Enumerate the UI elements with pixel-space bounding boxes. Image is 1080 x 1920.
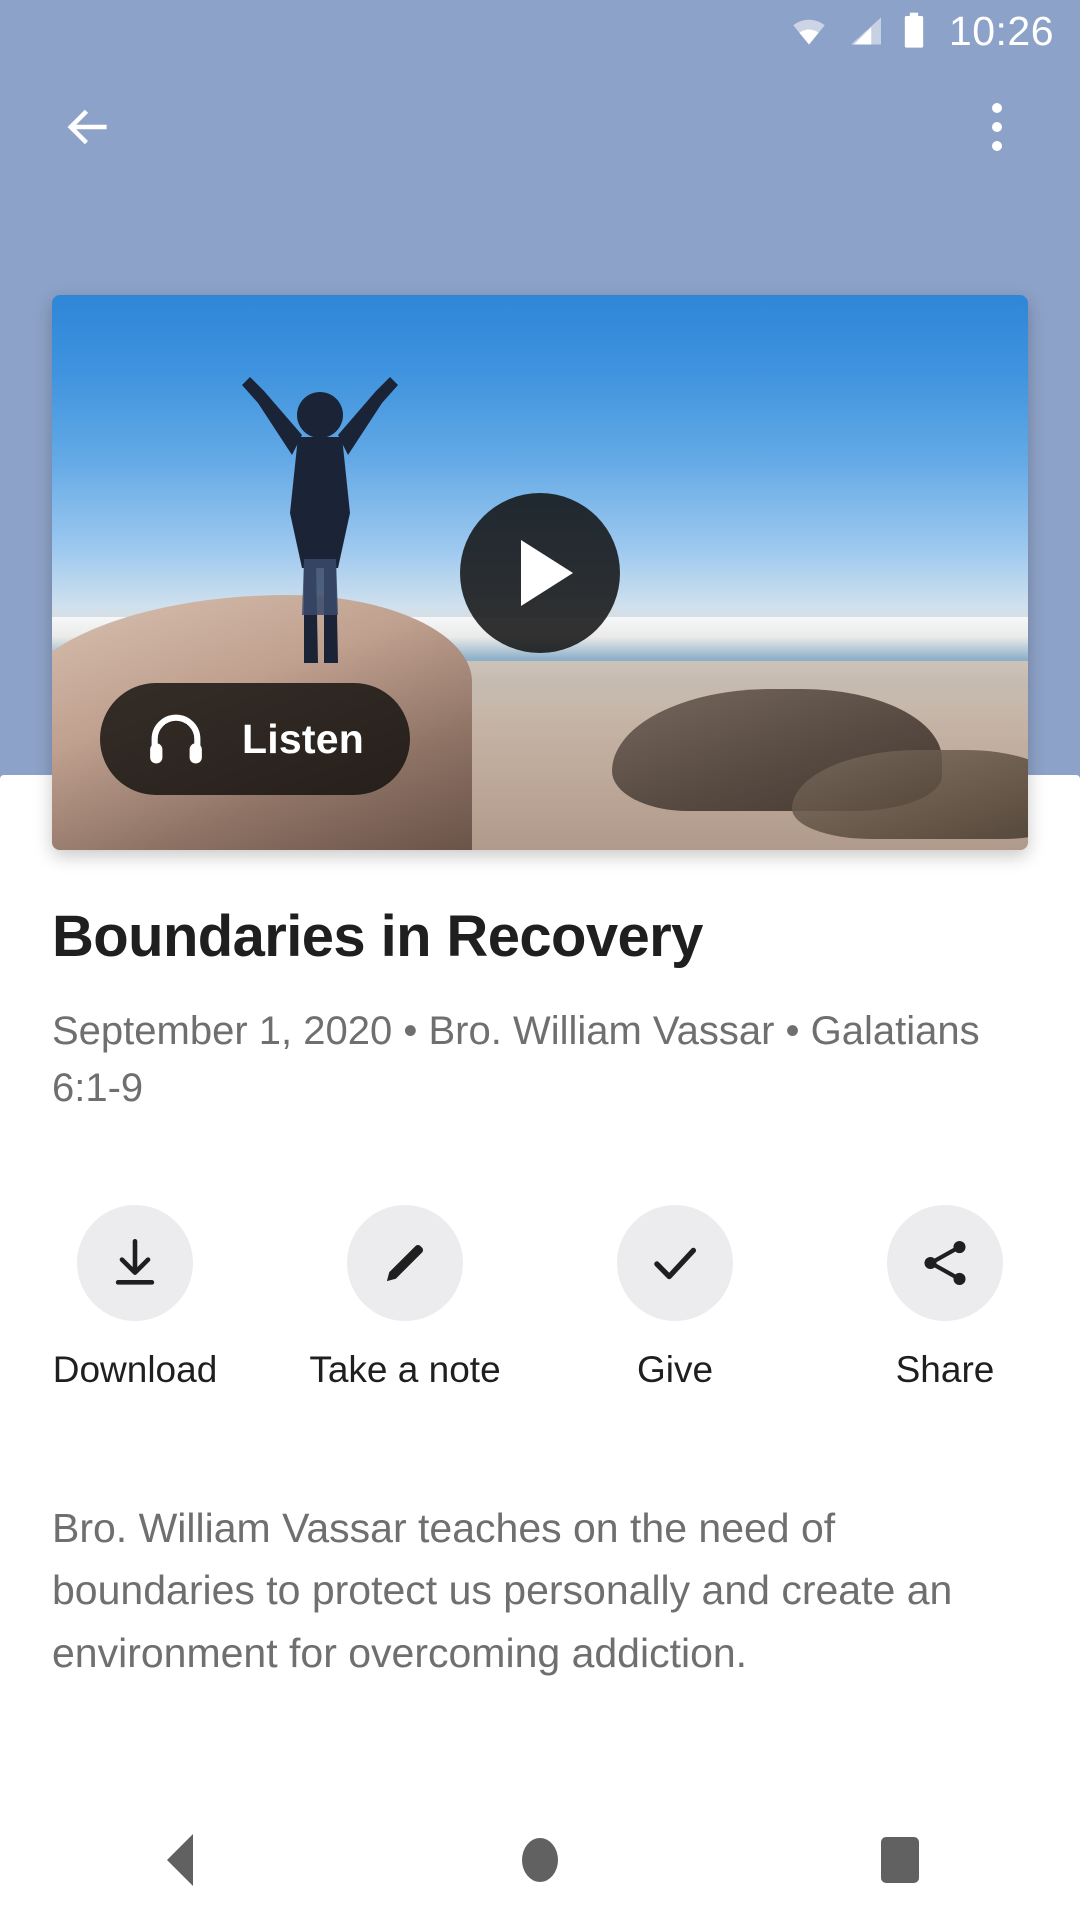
action-share-circle xyxy=(887,1205,1003,1321)
pencil-icon xyxy=(386,1244,424,1282)
action-share[interactable]: Share xyxy=(810,1205,1080,1391)
page-title: Boundaries in Recovery xyxy=(52,904,703,969)
overflow-menu-button[interactable] xyxy=(952,82,1042,172)
nav-recents-icon xyxy=(881,1837,919,1883)
android-navigation-bar xyxy=(0,1800,1080,1920)
cellular-signal-icon xyxy=(850,17,881,45)
action-note-label: Take a note xyxy=(309,1349,501,1390)
play-button[interactable] xyxy=(460,492,620,653)
more-vertical-icon xyxy=(992,103,1002,151)
wifi-icon xyxy=(793,19,825,45)
sermon-description: Bro. William Vassar teaches on the need … xyxy=(52,1505,953,1676)
download-icon xyxy=(115,1238,155,1285)
action-download[interactable]: Download xyxy=(0,1205,270,1391)
action-give-circle xyxy=(617,1205,733,1321)
battery-icon xyxy=(904,12,924,48)
status-bar: 10:26 xyxy=(0,0,1080,62)
back-arrow-icon xyxy=(67,109,107,145)
action-give[interactable]: Give xyxy=(540,1205,810,1391)
action-download-circle xyxy=(77,1205,193,1321)
play-icon xyxy=(521,539,573,606)
nav-home-icon xyxy=(522,1838,558,1882)
listen-button[interactable]: Listen xyxy=(100,683,410,795)
video-thumbnail-card[interactable]: Listen xyxy=(52,295,1028,850)
action-take-a-note[interactable]: Take a note xyxy=(270,1205,540,1391)
nav-back-button[interactable] xyxy=(105,1800,255,1920)
action-share-label: Share xyxy=(895,1349,995,1390)
listen-button-label: Listen xyxy=(242,715,364,762)
headphones-icon xyxy=(150,714,202,764)
share-icon xyxy=(924,1241,966,1285)
check-icon xyxy=(654,1247,697,1280)
action-row: Download Take a note Give Share xyxy=(0,1205,1080,1391)
nav-back-icon xyxy=(167,1834,193,1886)
nav-recents-button[interactable] xyxy=(825,1800,975,1920)
status-bar-clock: 10:26 xyxy=(948,7,1054,54)
thumbnail-person-silhouette xyxy=(242,377,398,663)
sermon-meta: September 1, 2020 • Bro. William Vassar … xyxy=(52,1009,980,1110)
action-download-label: Download xyxy=(52,1349,218,1390)
action-note-circle xyxy=(347,1205,463,1321)
nav-home-button[interactable] xyxy=(465,1800,615,1920)
back-button[interactable] xyxy=(42,82,132,172)
sermon-detail-screen: 10:26 Listen Boundaries in Recovery Sept… xyxy=(0,0,1080,1920)
action-give-label: Give xyxy=(636,1349,714,1390)
app-bar xyxy=(0,62,1080,192)
